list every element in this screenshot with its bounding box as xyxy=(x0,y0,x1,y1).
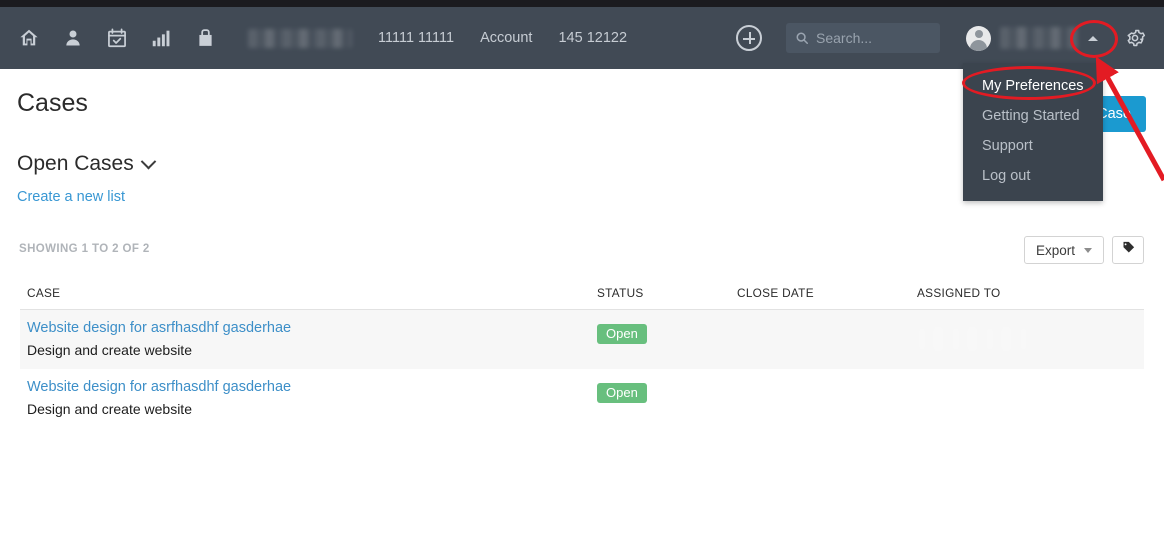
cell-case: Website design for asrfhasdhf gasderhae … xyxy=(27,320,597,358)
app-root: ı ſ ſ ſ ſ ſ xyxy=(0,0,1164,535)
column-header-assigned-to: ASSIGNED TO xyxy=(917,286,1001,300)
menu-item-log-out[interactable]: Log out xyxy=(963,161,1103,191)
export-button-label: Export xyxy=(1035,242,1075,258)
menu-item-support[interactable]: Support xyxy=(963,131,1103,161)
home-icon[interactable] xyxy=(16,25,42,51)
search-input[interactable]: Search... xyxy=(786,23,940,53)
column-header-status: STATUS xyxy=(597,286,644,300)
browser-top-strip: ı ſ ſ ſ ſ ſ xyxy=(0,0,1164,7)
table-header-row: CASE STATUS CLOSE DATE ASSIGNED TO xyxy=(20,282,1144,310)
gear-icon[interactable] xyxy=(1124,27,1146,49)
cell-status: Open xyxy=(597,379,737,403)
create-new-list-link[interactable]: Create a new list xyxy=(17,189,125,205)
case-subtitle: Design and create website xyxy=(27,342,192,358)
nav-item-redacted[interactable] xyxy=(248,28,352,48)
page-title: Cases xyxy=(17,89,88,117)
browser-strip-glyphs: ı ſ ſ ſ ſ ſ xyxy=(880,0,1087,3)
menu-item-getting-started[interactable]: Getting Started xyxy=(963,101,1103,131)
briefcase-icon[interactable] xyxy=(192,25,218,51)
search-placeholder: Search... xyxy=(816,30,873,46)
user-dropdown-menu: My Preferences Getting Started Support L… xyxy=(963,63,1103,201)
list-selector-label: Open Cases xyxy=(17,152,134,175)
chevron-down-icon xyxy=(140,153,157,169)
table-toolbar: Export xyxy=(1023,236,1144,264)
nav-link-0[interactable]: 11111 11111 xyxy=(378,30,454,46)
cell-status: Open xyxy=(597,320,737,344)
showing-count: SHOWING 1 TO 2 OF 2 xyxy=(19,243,150,255)
assigned-to-redacted xyxy=(917,326,1029,352)
table-row[interactable]: Website design for asrfhasdhf gasderhae … xyxy=(20,369,1144,428)
export-button[interactable]: Export xyxy=(1023,236,1104,264)
case-subtitle: Design and create website xyxy=(27,401,192,417)
nav-right-group: Search... xyxy=(736,23,1164,53)
nav-link-account[interactable]: Account xyxy=(480,30,532,46)
caret-down-icon xyxy=(1084,247,1092,253)
avatar[interactable] xyxy=(966,25,991,51)
case-link[interactable]: Website design for asrfhasdhf gasderhae xyxy=(27,320,597,336)
search-icon xyxy=(795,31,809,45)
cases-table: CASE STATUS CLOSE DATE ASSIGNED TO Websi… xyxy=(20,282,1144,428)
table-row[interactable]: Website design for asrfhasdhf gasderhae … xyxy=(20,310,1144,369)
menu-item-my-preferences[interactable]: My Preferences xyxy=(963,71,1103,101)
nav-icon-group xyxy=(0,25,218,51)
status-badge: Open xyxy=(597,324,647,344)
bar-chart-icon[interactable] xyxy=(148,25,174,51)
cell-assigned-to xyxy=(917,320,1137,357)
cell-case: Website design for asrfhasdhf gasderhae … xyxy=(27,379,597,417)
top-navbar: 11111 11111 Account 145 12122 Search... xyxy=(0,7,1164,69)
assigned-to-redacted xyxy=(917,385,1029,411)
column-header-case: CASE xyxy=(27,286,61,300)
cell-assigned-to xyxy=(917,379,1137,416)
caret-up-icon[interactable] xyxy=(1088,35,1098,41)
nav-link-2[interactable]: 145 12122 xyxy=(558,30,627,46)
tag-button[interactable] xyxy=(1112,236,1144,264)
column-header-close-date: CLOSE DATE xyxy=(737,286,814,300)
nav-link-group: 11111 11111 Account 145 12122 xyxy=(248,28,627,48)
tag-icon xyxy=(1121,240,1136,260)
calendar-check-icon[interactable] xyxy=(104,25,130,51)
user-name-redacted[interactable] xyxy=(1000,27,1078,49)
list-selector[interactable]: Open Cases xyxy=(17,152,157,176)
case-link[interactable]: Website design for asrfhasdhf gasderhae xyxy=(27,379,597,395)
contacts-icon[interactable] xyxy=(60,25,86,51)
add-icon[interactable] xyxy=(736,25,762,51)
status-badge: Open xyxy=(597,383,647,403)
